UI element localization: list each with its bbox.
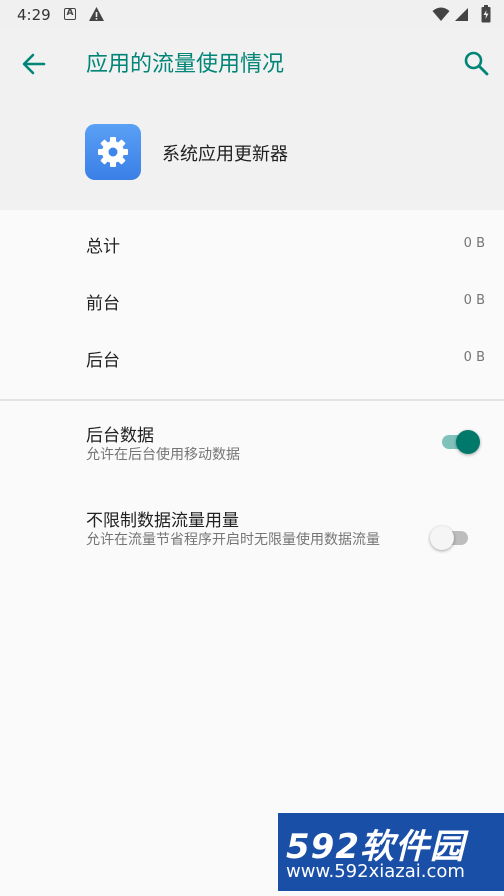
usage-label: 总计: [86, 237, 120, 257]
app-icon: [85, 124, 141, 180]
usage-value: 0 B: [463, 293, 485, 308]
page-title: 应用的流量使用情况: [86, 52, 285, 77]
warning-icon: [89, 7, 104, 21]
unrestricted-data-toggle[interactable]: [430, 525, 474, 551]
pref-summary: 允许在流量节省程序开启时无限量使用数据流量: [86, 532, 380, 548]
back-arrow-icon[interactable]: [20, 50, 48, 78]
usage-label: 前台: [86, 294, 120, 314]
watermark-logo: 592软件园 www.592xiazai.com: [278, 813, 504, 891]
background-data-toggle[interactable]: [438, 429, 482, 455]
signal-icon: [455, 8, 468, 21]
divider: [0, 399, 504, 401]
battery-icon: [481, 5, 491, 23]
search-icon[interactable]: [462, 49, 490, 77]
status-bar: 4:29 A: [0, 0, 504, 30]
usage-value: 0 B: [463, 350, 485, 365]
a-notification-icon: A: [64, 8, 76, 20]
pref-title: 后台数据: [86, 426, 154, 446]
usage-value: 0 B: [463, 236, 485, 251]
toggle-thumb: [456, 430, 480, 454]
usage-label: 后台: [86, 351, 120, 371]
toggle-thumb: [430, 526, 454, 550]
pref-title: 不限制数据流量用量: [86, 511, 239, 531]
gear-icon: [98, 137, 128, 167]
wifi-icon: [432, 7, 450, 21]
pref-summary: 允许在后台使用移动数据: [86, 447, 240, 463]
app-name: 系统应用更新器: [162, 144, 288, 165]
status-time: 4:29: [17, 6, 51, 24]
app-header: 应用的流量使用情况 系统应用更新器: [0, 30, 504, 210]
watermark-url: www.592xiazai.com: [286, 861, 465, 882]
